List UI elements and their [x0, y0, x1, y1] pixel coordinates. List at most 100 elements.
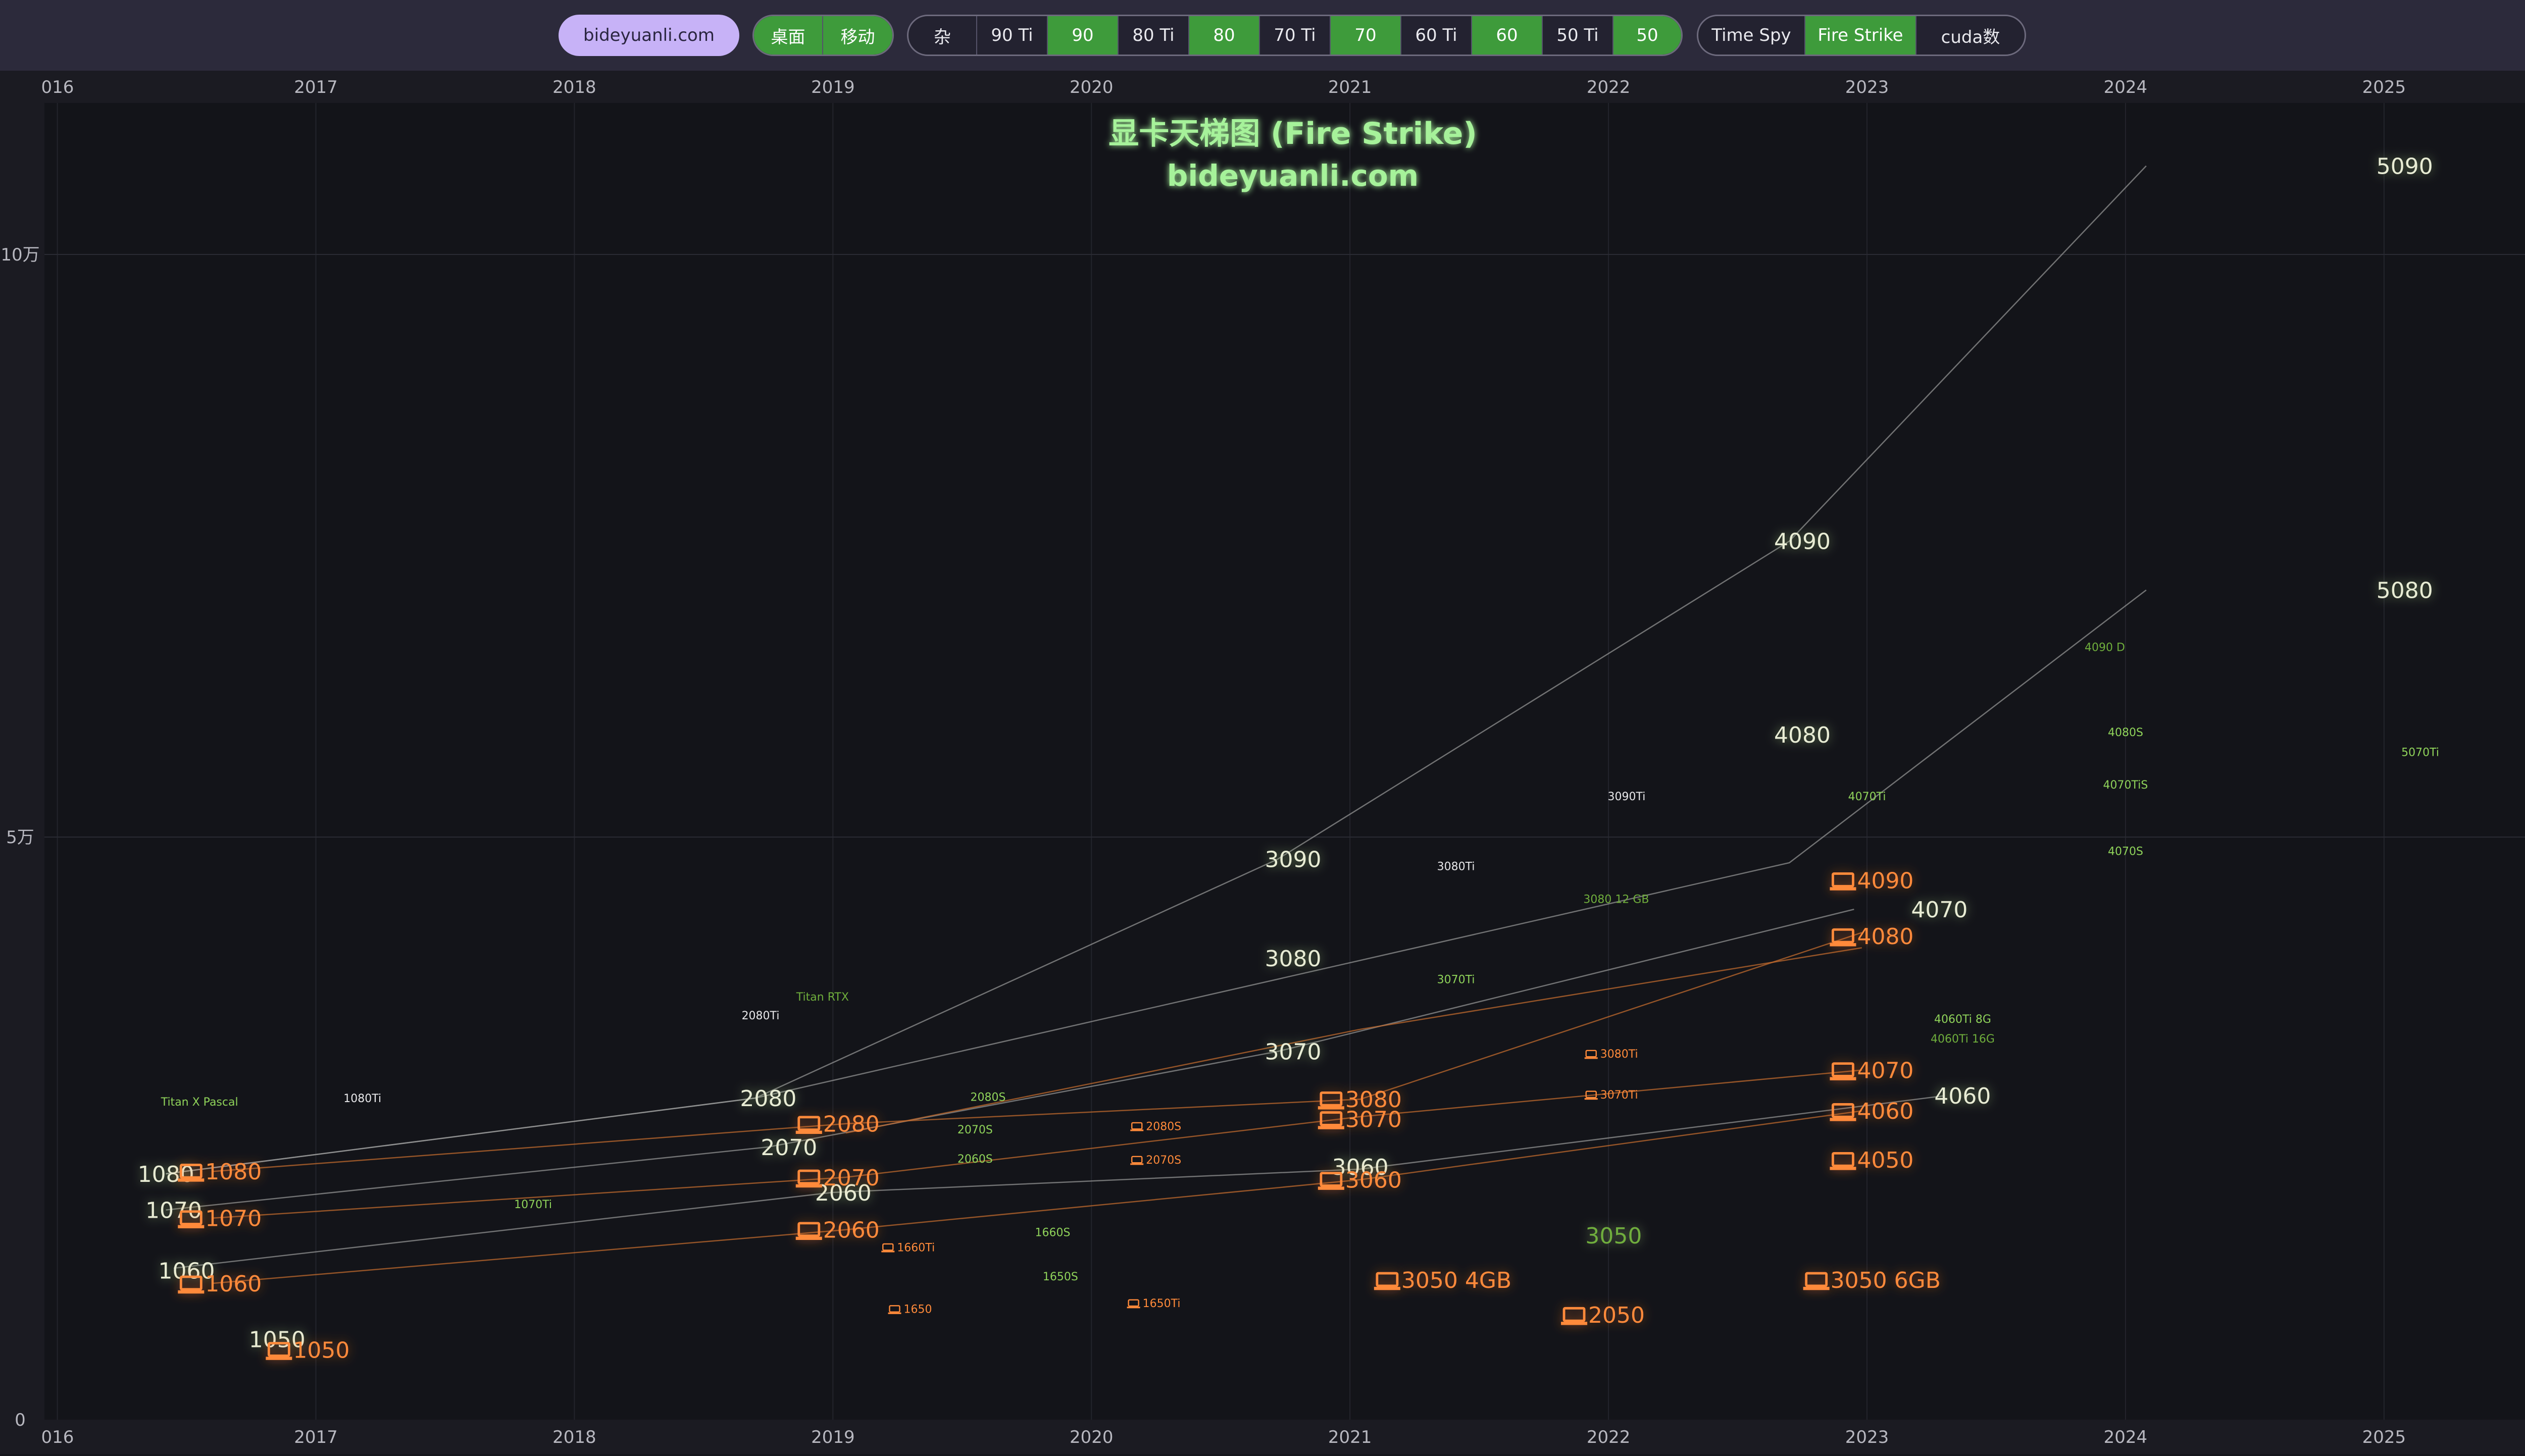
gpu-point-green[interactable]: 5070Ti	[2401, 746, 2439, 759]
gpu-point-dimgreen[interactable]: 4090 D	[2085, 642, 2125, 654]
point-label: 4050	[1857, 1148, 1913, 1173]
point-label: 1650Ti	[1143, 1297, 1181, 1310]
x-tick-label: 2022	[1587, 1427, 1631, 1447]
point-label: 5080	[2377, 578, 2433, 604]
x-tick-label: 2020	[1070, 1427, 1114, 1447]
chart-subtitle: bideyuanli.com	[1167, 159, 1419, 193]
point-label: 1070Ti	[514, 1199, 552, 1211]
x-tick-label: 2017	[294, 1427, 338, 1447]
toolbar: bideyuanli.com 桌面 移动 杂 90 Ti 90 80 Ti 80 70 Ti…	[0, 0, 2525, 71]
gpu-point-desktop[interactable]: 3090	[1265, 847, 1322, 873]
point-label: 1080Ti	[343, 1093, 381, 1105]
x-tick-label: 2019	[811, 77, 855, 97]
gpu-point-green[interactable]: 4080S	[2108, 726, 2143, 739]
point-label: Titan X Pascal	[161, 1096, 238, 1109]
x-tick-label: 2018	[552, 1427, 596, 1447]
tier-option-10[interactable]: 50	[1613, 16, 1681, 55]
point-label: 4080	[1857, 924, 1913, 950]
gpu-point-white[interactable]: 3090Ti	[1607, 791, 1645, 803]
point-label: 1660S	[1035, 1226, 1071, 1239]
gpu-point-desktop[interactable]: 4090	[1774, 529, 1831, 555]
platform-toggle: 桌面 移动	[752, 15, 894, 56]
gpu-point-desktop[interactable]: 3070	[1265, 1039, 1322, 1065]
gpu-point-green[interactable]: 4070S	[2108, 846, 2143, 858]
x-tick-label: 2019	[811, 1427, 855, 1447]
gpu-point-dimgreen[interactable]: Titan RTX	[796, 991, 849, 1004]
site-pill: bideyuanli.com	[559, 15, 739, 56]
point-label: 4070	[1911, 897, 1967, 923]
point-label: 2080	[740, 1086, 796, 1112]
site-button[interactable]: bideyuanli.com	[559, 15, 739, 56]
gpu-point-dimgreen[interactable]: 3050	[1585, 1223, 1642, 1249]
tier-option-6[interactable]: 70	[1331, 16, 1401, 55]
gpu-point-desktop[interactable]: 4070	[1911, 897, 1967, 923]
point-label: 4060	[1934, 1083, 1991, 1109]
gpu-point-green[interactable]: 2080S	[971, 1091, 1006, 1104]
gpu-point-desktop[interactable]: 5090	[2377, 153, 2433, 179]
gpu-point-dimgreen[interactable]: 4060Ti 16G	[1931, 1033, 1995, 1046]
point-label: 3070	[1265, 1039, 1322, 1065]
x-tick-label: 016	[41, 1427, 74, 1447]
gpu-point-green[interactable]: 4070Ti	[1848, 791, 1886, 803]
platform-option-1[interactable]: 移动	[823, 16, 892, 55]
gpu-point-desktop[interactable]: 4080	[1774, 722, 1831, 748]
gpu-point-green[interactable]: 4060Ti 8G	[1934, 1013, 1991, 1026]
point-label: 3070Ti	[1437, 974, 1475, 986]
gpu-point-green[interactable]: 1650S	[1043, 1271, 1078, 1283]
x-tick-label: 2021	[1328, 77, 1372, 97]
point-label: 3080Ti	[1600, 1048, 1638, 1061]
point-label: 4060Ti 16G	[1931, 1033, 1995, 1046]
gpu-point-desktop[interactable]: 2070	[761, 1135, 817, 1161]
x-tick-label: 016	[41, 77, 74, 97]
x-tick-label: 2022	[1587, 77, 1631, 97]
point-label: 2080S	[971, 1091, 1006, 1104]
x-tick-label: 2025	[2362, 77, 2406, 97]
tier-option-9[interactable]: 50 Ti	[1543, 16, 1613, 55]
metric-option-1[interactable]: Fire Strike	[1805, 16, 1916, 55]
tier-option-8[interactable]: 60	[1472, 16, 1543, 55]
point-label: 1660Ti	[897, 1241, 935, 1254]
point-label: 3080	[1265, 946, 1322, 972]
point-label: 4070	[1857, 1058, 1913, 1083]
gpu-point-green[interactable]: 4070TiS	[2103, 779, 2148, 792]
gpu-point-white[interactable]: 1080Ti	[343, 1093, 381, 1105]
point-label: 4080S	[2108, 726, 2143, 739]
gpu-point-green[interactable]: 1660S	[1035, 1226, 1071, 1239]
point-label: 2080	[823, 1112, 880, 1137]
gpu-point-white[interactable]: 3080Ti	[1437, 861, 1475, 873]
plot-area	[44, 103, 2525, 1420]
x-tick-label: 2024	[2104, 1427, 2148, 1447]
gpu-point-green[interactable]: 2070S	[957, 1124, 993, 1136]
point-label: 2070	[823, 1165, 880, 1191]
gpu-point-white[interactable]: 2080Ti	[742, 1010, 780, 1022]
tier-filter: 杂 90 Ti 90 80 Ti 80 70 Ti 70 60 Ti 60 50 Ti 50	[907, 15, 1683, 56]
gpu-point-green[interactable]: 3070Ti	[1437, 974, 1475, 986]
gpu-point-desktop[interactable]: 2080	[740, 1086, 796, 1112]
point-label: 2080S	[1146, 1120, 1181, 1133]
gpu-point-desktop[interactable]: 5080	[2377, 578, 2433, 604]
gpu-point-green[interactable]: 1070Ti	[514, 1199, 552, 1211]
x-tick-label: 2021	[1328, 1427, 1372, 1447]
tier-option-7[interactable]: 60 Ti	[1401, 16, 1472, 55]
tier-option-2[interactable]: 90	[1048, 16, 1119, 55]
point-label: 4090	[1774, 529, 1831, 555]
x-tick-label: 2018	[552, 77, 596, 97]
tier-option-4[interactable]: 80	[1189, 16, 1260, 55]
point-label: 5070Ti	[2401, 746, 2439, 759]
tier-option-0[interactable]: 杂	[908, 16, 977, 55]
metric-option-0[interactable]: Time Spy	[1698, 16, 1805, 55]
tier-option-5[interactable]: 70 Ti	[1260, 16, 1331, 55]
platform-option-0[interactable]: 桌面	[754, 16, 823, 55]
tier-option-3[interactable]: 80 Ti	[1119, 16, 1189, 55]
point-label: 4060	[1857, 1099, 1913, 1124]
chart-svg: 016 2017 2018 2019 2020 2021 2022 2023 2024 2025 …	[0, 71, 2525, 1454]
gpu-point-desktop[interactable]: 3080	[1265, 946, 1322, 972]
gpu-point-green[interactable]: Titan X Pascal	[161, 1096, 238, 1109]
point-label: 3090	[1265, 847, 1322, 873]
gpu-point-green[interactable]: 2060S	[957, 1153, 993, 1166]
tier-option-1[interactable]: 90 Ti	[977, 16, 1048, 55]
gpu-point-dimgreen[interactable]: 3080 12 GB	[1583, 893, 1649, 906]
gpu-point-desktop[interactable]: 4060	[1934, 1083, 1991, 1109]
metric-option-2[interactable]: cuda数	[1916, 16, 2025, 55]
point-label: 3080Ti	[1437, 861, 1475, 873]
